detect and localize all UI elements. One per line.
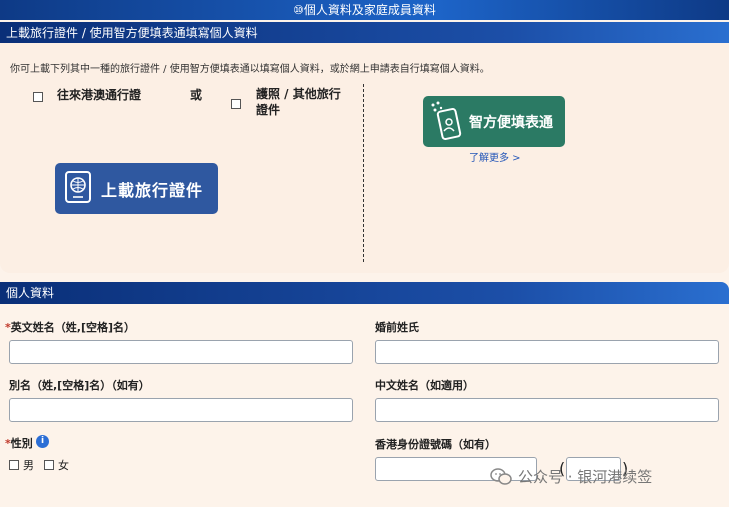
maiden-name-label: 婚前姓氏 bbox=[375, 321, 419, 334]
chinese-name-input[interactable] bbox=[375, 398, 719, 422]
option-passport-checkbox[interactable] bbox=[231, 99, 241, 109]
personal-info-header: 個人資料 bbox=[0, 282, 729, 304]
watermark: 公众号 · 银河港续签 bbox=[490, 466, 652, 487]
wechat-icon bbox=[490, 467, 512, 485]
english-name-input[interactable] bbox=[9, 340, 353, 364]
chinese-name-label: 中文姓名（如適用） bbox=[375, 379, 474, 392]
watermark-text: 公众号 · 银河港续签 bbox=[518, 468, 653, 486]
hkid-label: 香港身份證號碼（如有） bbox=[375, 438, 496, 451]
alias-input[interactable] bbox=[9, 398, 353, 422]
option-passport-label: 護照 / 其他旅行證件 bbox=[256, 87, 341, 117]
iam-smart-phone-icon bbox=[429, 100, 463, 144]
upload-section-header: 上載旅行證件 / 使用智方便填表通填寫個人資料 bbox=[0, 22, 729, 44]
upload-travel-document-button[interactable]: 上載旅行證件 bbox=[55, 163, 218, 214]
option-eep-label: 往來港澳通行證 bbox=[57, 88, 142, 102]
iam-smart-button[interactable]: 智方便填表通 bbox=[423, 96, 565, 147]
options-divider bbox=[363, 84, 364, 262]
gender-male-checkbox[interactable] bbox=[9, 460, 19, 470]
upload-card bbox=[0, 43, 729, 273]
gender-label: *性別 bbox=[5, 437, 33, 450]
alias-label: 別名（姓,[空格]名）（如有） bbox=[9, 379, 150, 392]
maiden-name-input[interactable] bbox=[375, 340, 719, 364]
learn-more-link[interactable]: 了解更多 > bbox=[469, 149, 521, 164]
gender-male-label: 男 bbox=[23, 459, 34, 472]
option-eep-checkbox[interactable] bbox=[33, 92, 43, 102]
passport-icon bbox=[63, 169, 93, 209]
upload-button-label: 上載旅行證件 bbox=[101, 180, 204, 200]
page-section-banner: ⑩個人資料及家庭成員資料 bbox=[0, 0, 729, 20]
iam-smart-label: 智方便填表通 bbox=[469, 114, 553, 131]
gender-female-label: 女 bbox=[58, 459, 69, 472]
or-label: 或 bbox=[190, 88, 203, 102]
upload-hint-text: 你可上載下列其中一種的旅行證件 / 使用智方便填表通以填寫個人資料，或於網上申請… bbox=[10, 64, 490, 75]
gender-female-checkbox[interactable] bbox=[44, 460, 54, 470]
english-name-label: *英文姓名（姓,[空格]名） bbox=[5, 321, 135, 334]
info-icon[interactable]: i bbox=[36, 435, 49, 448]
